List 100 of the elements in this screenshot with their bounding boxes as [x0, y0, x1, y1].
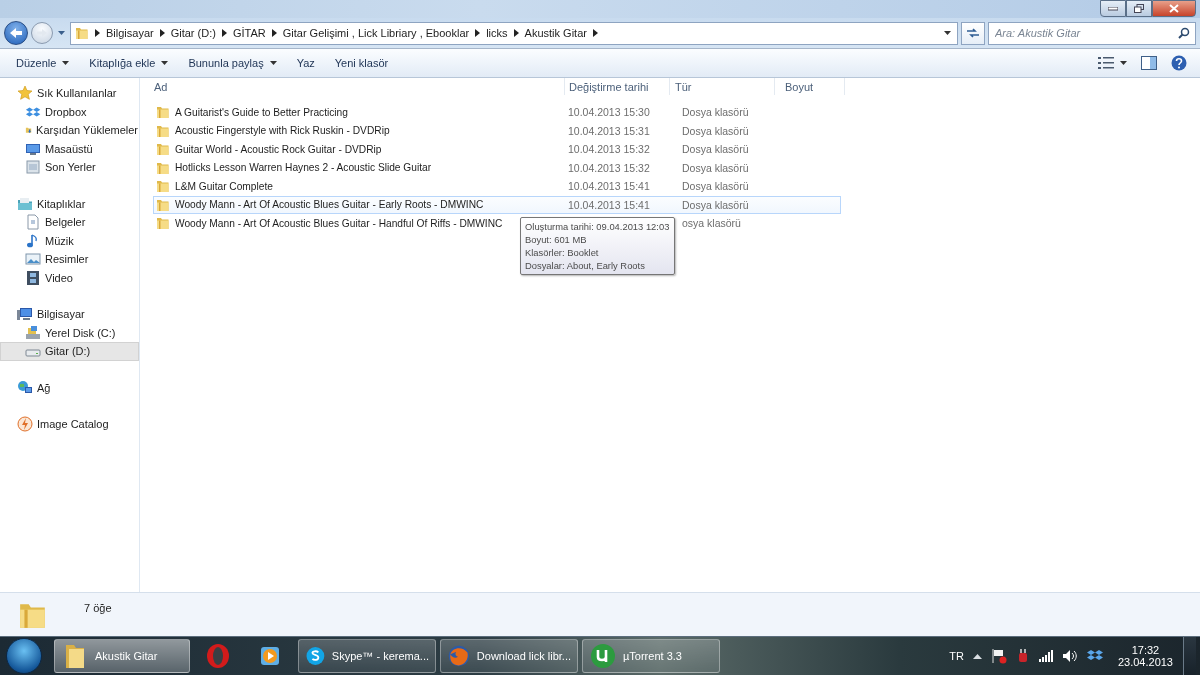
- forward-arrow-icon: [36, 28, 48, 38]
- clock[interactable]: 17:32 23.04.2013: [1111, 644, 1179, 668]
- box-icon[interactable]: [1086, 649, 1103, 663]
- minimize-icon: [1108, 6, 1118, 11]
- folder-icon: [156, 216, 170, 231]
- picture-icon: [25, 251, 41, 268]
- refresh-button[interactable]: [961, 21, 985, 45]
- sidebar-item[interactable]: Son Yerler: [0, 158, 139, 177]
- column-header[interactable]: Boyut: [775, 78, 845, 95]
- show-desktop-button[interactable]: [1183, 637, 1196, 675]
- star-icon: [17, 85, 33, 102]
- sidebar-group[interactable]: Ağ: [0, 378, 139, 397]
- sidebar-group[interactable]: Kitaplıklar: [0, 194, 139, 213]
- folder-icon: [156, 160, 170, 175]
- type-cell: Dosya klasörü: [682, 198, 749, 211]
- file-name[interactable]: Woody Mann - Art Of Acoustic Blues Guitar - Handful Of Riffs - DMWINC: [175, 217, 503, 229]
- file-name[interactable]: Woody Mann - Art Of Acoustic Blues Guitar - Early Roots - DMWINC: [175, 199, 484, 211]
- tooltip-line: Dosyalar: About, Early Roots: [525, 259, 646, 272]
- taskbar-button[interactable]: Download lick libr...: [440, 639, 578, 673]
- breadcrumb-item[interactable]: Bilgisayar: [106, 27, 154, 39]
- sidebar-group[interactable]: Sık Kullanılanlar: [0, 84, 139, 103]
- toolbar-button[interactable]: Yaz: [288, 53, 323, 73]
- folder-icon: [156, 197, 170, 212]
- address-bar[interactable]: Bilgisayar Gitar (D:) GİTAR Gitar Gelişimi , Lick Libriary , Ebooklar licks Akustik Gitar: [70, 21, 958, 45]
- column-header[interactable]: Değiştirme tarihi: [565, 78, 670, 95]
- sidebar-item[interactable]: Yerel Disk (C:): [0, 323, 139, 342]
- flag-icon[interactable]: [990, 648, 1007, 664]
- breadcrumb-item[interactable]: Akustik Gitar: [524, 27, 587, 39]
- film-icon: [25, 269, 41, 286]
- file-name[interactable]: L&M Guitar Complete: [175, 180, 273, 192]
- sidebar-item[interactable]: Resimler: [0, 250, 139, 269]
- folder-icon: [156, 142, 170, 157]
- utorrent-icon: [589, 642, 617, 670]
- toolbar-button[interactable]: Yeni klasör: [326, 53, 397, 73]
- file-name[interactable]: Guitar World - Acoustic Rock Guitar - DVDRip: [175, 143, 382, 155]
- file-name[interactable]: Acoustic Fingerstyle with Rick Ruskin - DVDRip: [175, 125, 390, 137]
- history-dropdown[interactable]: [56, 31, 67, 35]
- sidebar-item[interactable]: Gitar (D:): [0, 342, 139, 361]
- chevron-icon: [271, 29, 277, 37]
- close-icon: [1169, 4, 1179, 13]
- type-cell: Dosya klasörü: [682, 143, 749, 156]
- type-cell: osya klasörü: [682, 217, 741, 230]
- computer-icon: [17, 306, 33, 323]
- back-arrow-icon: [9, 27, 23, 39]
- type-cell: Dosya klasörü: [682, 180, 749, 193]
- file-name[interactable]: A Guitarist's Guide to Better Practicing: [175, 106, 348, 118]
- breadcrumb-item[interactable]: Gitar (D:): [170, 27, 216, 39]
- close-button[interactable]: [1152, 0, 1196, 17]
- type-cell: Dosya klasörü: [682, 106, 749, 119]
- minimize-button[interactable]: [1100, 0, 1126, 17]
- library-icon: [17, 195, 33, 212]
- folder-icon: [75, 26, 89, 40]
- hovered-file-row[interactable]: Woody Mann - Art Of Acoustic Blues Guitar - Early Roots - DMWINC 10.04.2013 15:41 Dosya klasörü: [153, 195, 841, 214]
- speaker-icon[interactable]: [1061, 649, 1078, 663]
- signal-icon[interactable]: [1038, 650, 1053, 662]
- language-indicator[interactable]: TR: [949, 650, 964, 662]
- item-count: 7 öğe: [84, 601, 112, 614]
- folder-icon: [156, 179, 170, 194]
- search-icon: [1178, 26, 1190, 39]
- date-cell: 10.04.2013 15:30: [568, 106, 650, 119]
- date-cell: 10.04.2013 15:32: [568, 161, 650, 174]
- hard-disk-icon: [25, 324, 41, 341]
- file-name[interactable]: Hotlicks Lesson Warren Haynes 2 - Acoustic Slide Guitar: [175, 162, 432, 174]
- search-field[interactable]: Ara: Akustik Gitar: [988, 21, 1196, 45]
- toolbar-button[interactable]: Bununla paylaş: [180, 53, 285, 73]
- taskbar-button[interactable]: Akustik Gitar: [54, 639, 190, 673]
- column-header[interactable]: Ad: [140, 78, 565, 95]
- type-cell: Dosya klasörü: [682, 124, 749, 137]
- sidebar-item[interactable]: Müzik: [0, 231, 139, 250]
- breadcrumb-item[interactable]: licks: [486, 27, 508, 39]
- start-button[interactable]: [6, 638, 42, 674]
- list-view-icon: [1098, 57, 1114, 69]
- caret-icon: [269, 61, 277, 65]
- caret-icon: [62, 61, 70, 65]
- sidebar-item[interactable]: Masaüstü: [0, 139, 139, 158]
- type-cell: Dosya klasörü: [682, 161, 749, 174]
- sidebar-item[interactable]: Belgeler: [0, 213, 139, 232]
- taskbar-button[interactable]: Skype™ - kerema...: [298, 639, 436, 673]
- restore-button[interactable]: [1126, 0, 1152, 17]
- sidebar-item[interactable]: Video: [0, 268, 139, 287]
- chevron-icon: [95, 29, 100, 37]
- toolbar-button[interactable]: Düzenle: [8, 53, 78, 73]
- up-arrow-icon[interactable]: [972, 653, 982, 659]
- caret-icon: [1120, 61, 1127, 65]
- date-cell: 10.04.2013 15:41: [568, 180, 650, 193]
- ring-icon: [204, 642, 232, 670]
- toolbar-button[interactable]: Kitaplığa ekle: [81, 53, 177, 73]
- sidebar-item[interactable]: Karşıdan Yüklemeler: [0, 121, 139, 140]
- column-header[interactable]: Tür: [670, 78, 775, 95]
- folder-icon: [156, 105, 170, 120]
- breadcrumb-item[interactable]: Gitar Gelişimi , Lick Libriary , Ebooklar: [282, 27, 470, 39]
- sidebar-group[interactable]: Bilgisayar: [0, 305, 139, 324]
- breadcrumb-item[interactable]: GİTAR: [232, 27, 266, 39]
- chevron-icon: [592, 29, 598, 37]
- back-button[interactable]: [4, 21, 28, 45]
- taskbar-button[interactable]: µTorrent 3.3: [582, 639, 720, 673]
- sidebar-group[interactable]: Image Catalog: [0, 415, 139, 434]
- tooltip-line: Oluşturma tarihi: 09.04.2013 12:03: [525, 220, 670, 233]
- tooltip-line: Klasörler: Booklet: [525, 246, 600, 259]
- sidebar-item[interactable]: Dropbox: [0, 102, 139, 121]
